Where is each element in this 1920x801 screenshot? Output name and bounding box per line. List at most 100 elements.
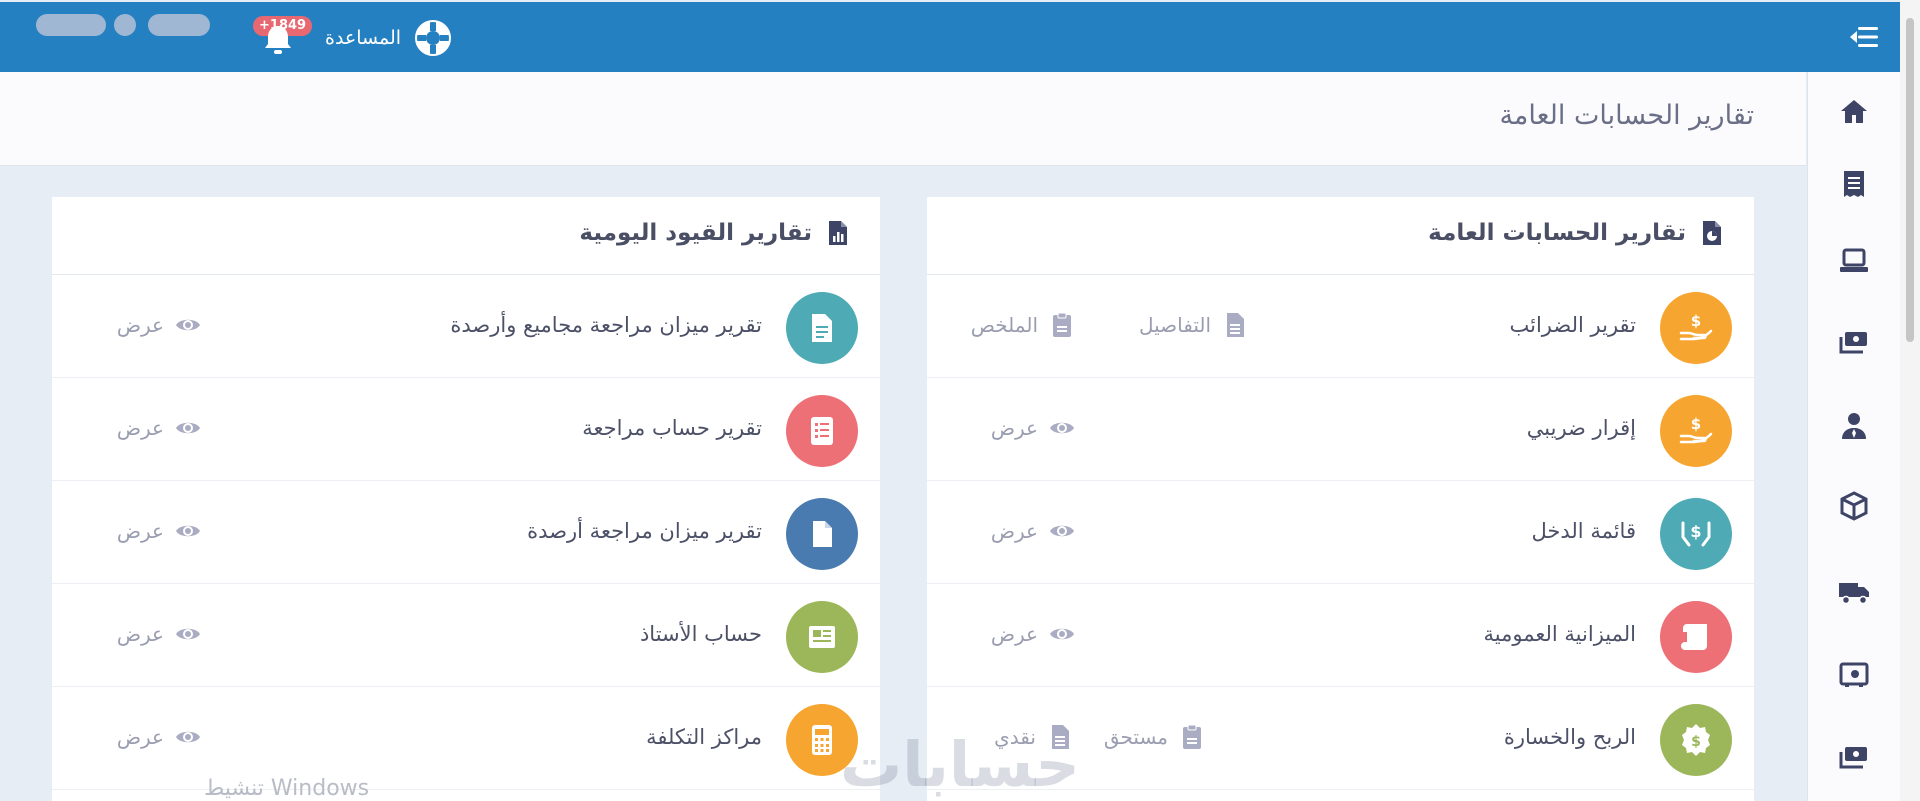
truck-icon (1839, 583, 1869, 605)
report-label[interactable]: تقرير حساب مراجعة (582, 416, 762, 440)
details-link[interactable]: التفاصيل (1139, 311, 1249, 339)
hand-dollar-icon: $ (1660, 395, 1732, 467)
eye-icon (1050, 525, 1074, 537)
eye-icon (1050, 628, 1074, 640)
scroll-icon (1660, 601, 1732, 673)
view-link[interactable]: عرض (117, 620, 202, 648)
file-text-icon (1227, 313, 1244, 337)
brand-watermark: حسابات (840, 728, 1080, 801)
report-label[interactable]: حساب الأستاذ (640, 622, 762, 646)
report-label[interactable]: قائمة الدخل (1532, 519, 1637, 543)
view-label: عرض (116, 519, 164, 543)
svg-text:$: $ (1691, 312, 1701, 330)
svg-text:$: $ (1691, 734, 1701, 750)
eye-icon (176, 422, 200, 434)
card-title: تقارير الحسابات العامة (1428, 219, 1726, 247)
newspaper-icon (786, 601, 858, 673)
view-link[interactable]: عرض (117, 723, 202, 751)
clipboard-icon (1053, 312, 1071, 337)
eye-icon (176, 628, 200, 640)
report-label[interactable]: الميزانية العمومية (1484, 622, 1636, 646)
general-accounts-card: تقارير الحسابات العامة $ تقرير الضرائب ا… (927, 197, 1754, 801)
view-link[interactable]: عرض (117, 517, 202, 545)
report-row-trial-balance-totals[interactable]: تقرير ميزان مراجعة مجاميع وأرصدة عرض (52, 275, 880, 378)
user-avatars[interactable] (36, 14, 216, 38)
eye-icon (176, 525, 200, 537)
page-title: تقارير الحسابات العامة (1499, 100, 1754, 131)
card-title: تقارير القيود اليومية (579, 219, 852, 247)
view-label: عرض (990, 416, 1038, 440)
sidebar-item-treasury[interactable] (1834, 654, 1874, 694)
sidebar-item-employees[interactable] (1834, 406, 1874, 446)
summary-link[interactable]: الملخص (971, 311, 1076, 339)
document-icon (786, 292, 858, 364)
report-row-review-account[interactable]: تقرير حساب مراجعة عرض (52, 378, 880, 481)
card-header: تقارير الحسابات العامة (927, 197, 1754, 275)
report-row-trial-balance[interactable]: تقرير ميزان مراجعة أرصدة عرض (52, 481, 880, 584)
accrual-label: مستحق (1103, 725, 1168, 749)
card-title-label: تقارير الحسابات العامة (1428, 220, 1686, 246)
chart-file-icon (829, 221, 847, 245)
menu-collapse-icon[interactable] (1846, 19, 1882, 55)
page-header: تقارير الحسابات العامة (0, 72, 1806, 166)
home-icon (1841, 100, 1867, 123)
sidebar-item-home[interactable] (1834, 92, 1874, 132)
top-bar: +1849 المساعدة (0, 2, 1900, 72)
card-title-label: تقارير القيود اليومية (579, 220, 812, 246)
page-scrollbar[interactable] (1900, 0, 1920, 801)
sidebar-item-finance[interactable] (1834, 323, 1874, 363)
view-label: عرض (990, 622, 1038, 646)
svg-text:$: $ (1690, 522, 1701, 541)
sidebar (1807, 72, 1900, 801)
view-link[interactable]: عرض (991, 517, 1076, 545)
report-row-tax-return[interactable]: $ إقرار ضريبي عرض (927, 378, 1754, 481)
sidebar-item-pos[interactable] (1834, 241, 1874, 281)
report-label[interactable]: مراكز التكلفة (646, 725, 762, 749)
pie-file-icon (1703, 221, 1721, 245)
bell-icon[interactable] (258, 20, 298, 60)
report-row-cost-centers[interactable]: مراكز التكلفة عرض (52, 687, 880, 790)
help-label: المساعدة (325, 27, 402, 49)
details-label: التفاصيل (1138, 313, 1211, 337)
card-header: تقارير القيود اليومية (52, 197, 880, 275)
view-link[interactable]: عرض (991, 620, 1076, 648)
eye-icon (1050, 422, 1074, 434)
clipboard-icon (1183, 724, 1201, 749)
view-label: عرض (116, 622, 164, 646)
sidebar-item-payments[interactable] (1834, 738, 1874, 778)
report-label[interactable]: تقرير الضرائب (1510, 313, 1637, 337)
view-label: عرض (116, 416, 164, 440)
file-icon (786, 498, 858, 570)
svg-text:$: $ (1691, 415, 1701, 433)
report-row-general-ledger[interactable]: حساب الأستاذ عرض (52, 584, 880, 687)
receipt-icon (1844, 171, 1864, 197)
view-label: عرض (116, 725, 164, 749)
sidebar-item-invoices[interactable] (1834, 164, 1874, 204)
view-link[interactable]: عرض (117, 414, 202, 442)
view-link[interactable]: عرض (117, 311, 202, 339)
scrollbar-thumb[interactable] (1906, 18, 1914, 342)
help-button[interactable]: المساعدة (325, 18, 453, 58)
view-label: عرض (990, 519, 1038, 543)
lifebuoy-icon (415, 20, 452, 56)
accrual-link[interactable]: مستحق (1104, 723, 1206, 751)
report-label[interactable]: الربح والخسارة (1504, 725, 1636, 749)
hands-dollar-icon: $ (1660, 498, 1732, 570)
box-icon (1840, 491, 1868, 521)
money-icon (1839, 332, 1867, 354)
report-row-balance-sheet[interactable]: الميزانية العمومية عرض (927, 584, 1754, 687)
view-label: عرض (116, 313, 164, 337)
report-row-income-statement[interactable]: $ قائمة الدخل عرض (927, 481, 1754, 584)
sidebar-item-inventory[interactable] (1834, 486, 1874, 526)
summary-label: الملخص (970, 313, 1038, 337)
safe-icon (1839, 662, 1869, 687)
sidebar-item-shipping[interactable] (1834, 571, 1874, 611)
view-link[interactable]: عرض (991, 414, 1076, 442)
report-label[interactable]: تقرير ميزان مراجعة أرصدة (527, 519, 762, 543)
user-tie-icon (1842, 413, 1866, 439)
report-label[interactable]: إقرار ضريبي (1527, 416, 1636, 440)
cash-icon (1839, 747, 1867, 769)
report-label[interactable]: تقرير ميزان مراجعة مجاميع وأرصدة (450, 313, 762, 337)
report-row-taxes[interactable]: $ تقرير الضرائب التفاصيل الملخص (927, 275, 1754, 378)
checklist-icon (786, 395, 858, 467)
